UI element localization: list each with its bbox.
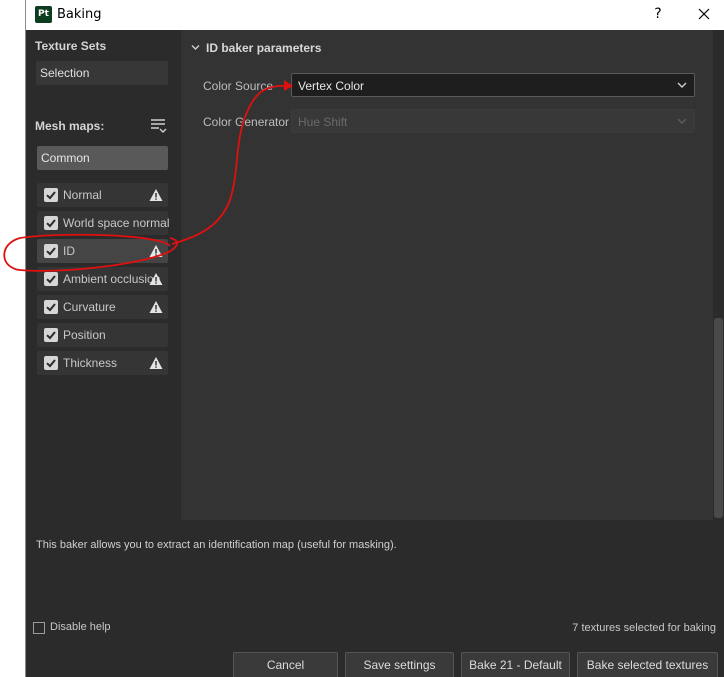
mesh-map-item[interactable]: Thickness [37, 351, 168, 375]
mesh-map-label: Position [63, 328, 106, 342]
color-source-value: Vertex Color [298, 79, 365, 93]
close-button[interactable] [694, 4, 714, 24]
mesh-map-label: Ambient occlusion [63, 272, 161, 286]
checkbox-checked[interactable] [44, 356, 58, 370]
bake-status: 7 textures selected for baking [572, 622, 716, 634]
chevron-down-icon [677, 118, 687, 124]
texture-set-selection[interactable]: Selection [36, 61, 168, 85]
checkbox-checked[interactable] [44, 300, 58, 314]
bake-selected-textures-button[interactable]: Bake selected textures [577, 652, 718, 677]
panel-scrollbar[interactable] [713, 30, 724, 520]
color-generator-value: Hue Shift [298, 115, 348, 129]
section-title: ID baker parameters [206, 41, 322, 55]
section-header-id-baker[interactable]: ID baker parameters [191, 41, 321, 55]
checkbox-checked[interactable] [44, 244, 58, 258]
mesh-map-label: Normal [63, 188, 102, 202]
checkmark-icon [46, 219, 56, 228]
parameters-panel: ID baker parameters Color Source Vertex … [181, 30, 713, 520]
scrollbar-thumb[interactable] [714, 318, 723, 518]
checkmark-icon [46, 331, 56, 340]
warning-icon [149, 244, 163, 258]
checkbox-checked[interactable] [44, 216, 58, 230]
app-icon: Pt [35, 6, 52, 23]
list-menu-icon [151, 119, 167, 133]
common-parameters-item[interactable]: Common [37, 146, 168, 170]
warning-icon [149, 356, 163, 370]
warning-icon [149, 188, 163, 202]
mesh-map-item[interactable]: Position [37, 323, 168, 347]
bake-default-button[interactable]: Bake 21 - Default [461, 652, 570, 677]
mesh-maps-heading: Mesh maps: [35, 119, 105, 133]
color-generator-dropdown: Hue Shift [291, 109, 695, 133]
background-window-edge [0, 0, 26, 677]
checkbox-checked[interactable] [44, 188, 58, 202]
chevron-down-icon [677, 82, 687, 88]
window-title: Baking [57, 7, 102, 22]
save-settings-button[interactable]: Save settings [345, 652, 454, 677]
checkmark-icon [46, 359, 56, 368]
mesh-map-item[interactable]: Ambient occlusion [37, 267, 168, 291]
checkbox-checked[interactable] [44, 272, 58, 286]
checkbox-checked[interactable] [44, 328, 58, 342]
mesh-map-item[interactable]: World space normal [37, 211, 170, 235]
chevron-down-icon [191, 41, 200, 55]
disable-help-label: Disable help [50, 621, 111, 633]
warning-icon [149, 300, 163, 314]
mesh-map-item[interactable]: ID [37, 239, 168, 263]
sidebar: Texture Sets Selection Mesh maps: Common… [26, 30, 181, 520]
mesh-map-label: World space normal [63, 216, 170, 230]
checkmark-icon [46, 275, 56, 284]
mesh-map-item[interactable]: Normal [37, 183, 168, 207]
color-generator-label: Color Generator [203, 115, 290, 129]
help-button[interactable]: ? [648, 4, 668, 24]
checkmark-icon [46, 191, 56, 200]
texture-sets-heading: Texture Sets [35, 39, 107, 53]
checkmark-icon [46, 303, 56, 312]
title-bar: Pt Baking ? [0, 0, 724, 30]
mesh-map-label: Thickness [63, 356, 118, 370]
help-description: This baker allows you to extract an iden… [36, 539, 397, 551]
color-source-label: Color Source [203, 79, 274, 93]
mesh-map-label: ID [63, 244, 75, 258]
cancel-button[interactable]: Cancel [233, 652, 338, 677]
mesh-map-label: Curvature [63, 300, 116, 314]
close-icon [698, 8, 710, 20]
warning-icon [149, 272, 163, 286]
mesh-maps-menu-button[interactable] [150, 118, 168, 134]
mesh-map-item[interactable]: Curvature [37, 295, 168, 319]
checkbox-box[interactable] [33, 622, 45, 634]
color-source-dropdown[interactable]: Vertex Color [291, 73, 695, 97]
checkmark-icon [46, 247, 56, 256]
